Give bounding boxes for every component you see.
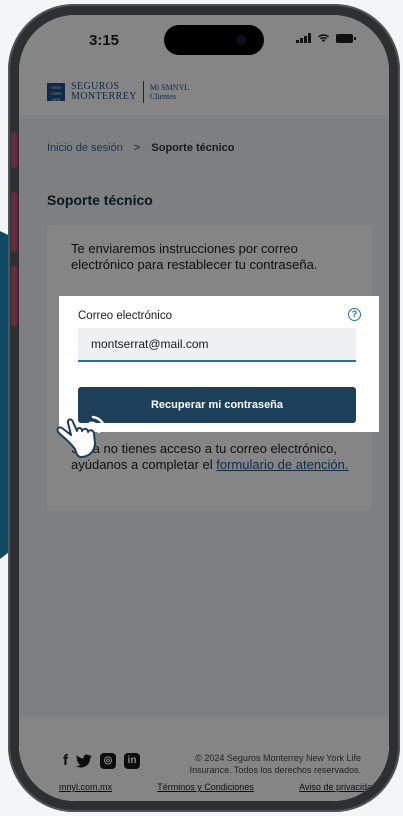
brand-logo-box: NEW YORK LIFE	[47, 82, 65, 102]
footer-link-privacy[interactable]: Aviso de privacidad	[299, 782, 377, 792]
brand-name: SEGUROS MONTERREY	[71, 80, 137, 102]
dynamic-island	[164, 25, 264, 55]
help-question-icon[interactable]: ?	[348, 308, 361, 321]
side-button	[11, 266, 17, 326]
footer-links: mnyl.com.mx Términos y Condiciones Aviso…	[59, 782, 377, 792]
status-time: 3:15	[89, 32, 120, 49]
stage: 3:15 NEW YORK LIFE SEGUROS MONTERREY Mi …	[0, 0, 403, 816]
email-field[interactable]	[78, 328, 356, 362]
brand-name-line1: SEGUROS	[71, 80, 120, 92]
recover-password-button[interactable]: Recuperar mi contraseña	[78, 387, 356, 423]
battery-icon	[336, 33, 356, 43]
social-links: f ◎ in	[63, 752, 140, 769]
breadcrumb-current: Soporte técnico	[151, 142, 235, 154]
brand-name-line2: MONTERREY	[71, 90, 137, 102]
phone-screen: 3:15 NEW YORK LIFE SEGUROS MONTERREY Mi …	[19, 15, 389, 801]
breadcrumb: Inicio de sesión > Soporte técnico	[47, 142, 235, 154]
copyright-text: © 2024 Seguros Monterrey New York Life I…	[189, 753, 361, 775]
breadcrumb-home-link[interactable]: Inicio de sesión	[47, 142, 123, 154]
side-button	[11, 192, 17, 252]
facebook-icon[interactable]: f	[63, 752, 68, 769]
brand-divider	[142, 80, 144, 103]
page-title: Soporte técnico	[47, 192, 153, 208]
breadcrumb-separator: >	[133, 142, 141, 154]
status-icons	[296, 33, 356, 43]
footer-link-site[interactable]: mnyl.com.mx	[59, 782, 112, 792]
tap-hand-icon	[56, 415, 107, 458]
product-name: Mi SMNYL Clientes	[150, 83, 189, 101]
product-name-line1: Mi SMNYL	[149, 82, 190, 92]
signal-icon	[296, 33, 311, 43]
card-intro-text: Te enviaremos instrucciones por correo e…	[71, 241, 318, 272]
side-button	[11, 132, 17, 168]
phone-frame: 3:15 NEW YORK LIFE SEGUROS MONTERREY Mi …	[8, 4, 400, 812]
product-name-line2: Clientes	[149, 91, 177, 101]
footer-link-terms[interactable]: Términos y Condiciones	[157, 782, 254, 792]
linkedin-icon[interactable]: in	[124, 752, 140, 769]
wifi-icon	[317, 34, 330, 43]
status-bar: 3:15	[19, 15, 389, 67]
instagram-icon[interactable]: ◎	[100, 752, 116, 769]
footer: f ◎ in © 2024 Seguros Monterrey New York…	[19, 720, 389, 801]
help-form-link[interactable]: formulario de atención.	[216, 457, 348, 472]
email-label: Correo electrónico	[78, 310, 172, 322]
app-header: NEW YORK LIFE SEGUROS MONTERREY Mi SMNYL…	[19, 67, 389, 117]
twitter-icon[interactable]	[76, 754, 92, 768]
